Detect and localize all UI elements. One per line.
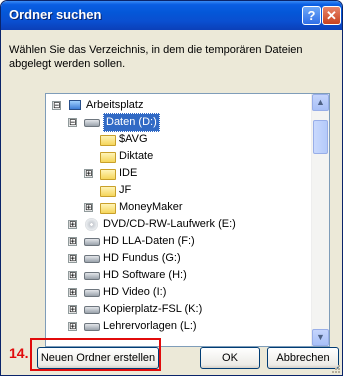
tree-item-label: Daten (D:) <box>103 113 160 132</box>
network-drive-icon <box>84 306 100 314</box>
network-drive-icon <box>84 238 100 246</box>
drive-icon <box>84 119 100 127</box>
expand-icon[interactable]: ⊞ <box>84 203 93 212</box>
collapse-icon[interactable]: ⊟ <box>68 118 77 127</box>
folder-tree[interactable]: ⊟ Arbeitsplatz ⊟ Daten (D:) $AVG Diktate… <box>45 93 330 347</box>
ok-button[interactable]: OK <box>200 347 260 369</box>
tree-item-label: HD Video (I:) <box>103 286 167 298</box>
scroll-down-icon[interactable]: ▼ <box>312 329 329 346</box>
close-button[interactable]: ✕ <box>322 6 341 25</box>
expand-icon[interactable]: ⊞ <box>68 288 77 297</box>
folder-icon <box>100 169 116 180</box>
folder-icon <box>100 135 116 146</box>
expand-icon[interactable]: ⊞ <box>68 305 77 314</box>
cancel-button[interactable]: Abbrechen <box>267 347 339 369</box>
folder-icon <box>100 152 116 163</box>
network-drive-icon <box>84 289 100 297</box>
scroll-up-icon[interactable]: ▲ <box>312 94 329 111</box>
tree-item-label: HD Fundus (G:) <box>103 252 181 264</box>
expand-icon[interactable]: ⊞ <box>68 254 77 263</box>
network-drive-icon <box>84 255 100 263</box>
folder-browse-dialog: Ordner suchen ? ✕ Wählen Sie das Verzeic… <box>0 0 343 376</box>
cd-drive-icon <box>85 218 98 231</box>
resize-grip-icon[interactable] <box>330 363 340 373</box>
expand-icon[interactable]: ⊞ <box>68 220 77 229</box>
tree-item-label: $AVG <box>119 133 148 145</box>
network-drive-icon <box>84 272 100 280</box>
dialog-title: Ordner suchen <box>9 7 102 22</box>
folder-icon <box>100 203 116 214</box>
expand-icon[interactable]: ⊞ <box>84 169 93 178</box>
step-number-label: 14. <box>9 345 29 361</box>
tree-item-label: HD Software (H:) <box>103 269 187 281</box>
tree-item-label: IDE <box>119 167 138 179</box>
expand-icon[interactable]: ⊞ <box>68 322 77 331</box>
tree-item-label: DVD/CD-RW-Laufwerk (E:) <box>103 218 236 230</box>
tree-item-label: Lehrervorlagen (L:) <box>103 320 197 332</box>
network-drive-icon <box>84 323 100 331</box>
vertical-scrollbar[interactable]: ▲ ▼ <box>311 94 329 346</box>
computer-icon <box>69 100 81 110</box>
title-bar[interactable]: Ordner suchen ? ✕ <box>1 1 342 30</box>
collapse-icon[interactable]: ⊟ <box>52 101 61 110</box>
tree-item-label: Diktate <box>119 150 154 162</box>
tree-item-label: MoneyMaker <box>119 201 183 213</box>
tree-item-label: JF <box>119 184 132 196</box>
help-button[interactable]: ? <box>302 6 321 25</box>
expand-icon[interactable]: ⊞ <box>68 271 77 280</box>
tree-item-label: Arbeitsplatz <box>86 99 144 111</box>
tree-item-label: HD LLA-Daten (F:) <box>103 235 195 247</box>
scroll-thumb[interactable] <box>313 120 328 154</box>
tree-item-label: Kopierplatz-FSL (K:) <box>103 303 203 315</box>
expand-icon[interactable]: ⊞ <box>68 237 77 246</box>
highlight-frame <box>30 338 161 371</box>
folder-icon <box>100 186 116 197</box>
dialog-description: Wählen Sie das Verzeichnis, in dem die t… <box>9 44 303 70</box>
